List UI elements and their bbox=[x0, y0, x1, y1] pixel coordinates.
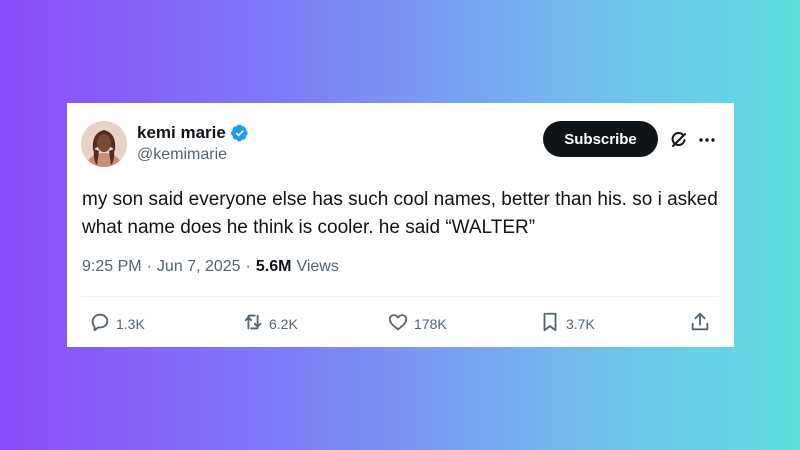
subscribe-button[interactable]: Subscribe bbox=[543, 121, 658, 157]
bookmark-button[interactable]: 3.7K bbox=[539, 311, 595, 336]
meta-separator: · bbox=[245, 258, 251, 275]
bookmark-icon bbox=[539, 311, 561, 336]
meta-separator: · bbox=[146, 258, 152, 275]
user-handle[interactable]: @kemimarie bbox=[137, 146, 227, 164]
views-count: 5.6M bbox=[255, 258, 292, 275]
repost-button[interactable]: 6.2K bbox=[242, 311, 298, 336]
bookmark-count: 3.7K bbox=[566, 315, 595, 332]
repost-count: 6.2K bbox=[269, 315, 298, 332]
reply-icon bbox=[89, 311, 111, 336]
tweet-date[interactable]: Jun 7, 2025 bbox=[157, 258, 241, 276]
grok-icon[interactable] bbox=[669, 130, 689, 150]
tweet-meta: 9:25 PM · Jun 7, 2025 · 5.6M Views bbox=[82, 258, 339, 276]
tweet-text: my son said everyone else has such cool … bbox=[82, 189, 718, 238]
name-row: kemi marie bbox=[137, 123, 249, 143]
display-name[interactable]: kemi marie bbox=[137, 123, 226, 143]
divider bbox=[82, 296, 719, 297]
share-button[interactable] bbox=[689, 311, 711, 336]
tweet-card: kemi marie @kemimarie Subscribe my son s… bbox=[67, 103, 734, 347]
verified-badge-icon bbox=[230, 124, 249, 142]
reply-count: 1.3K bbox=[116, 315, 145, 332]
views-label: Views bbox=[296, 258, 339, 275]
more-icon[interactable] bbox=[697, 130, 717, 150]
action-bar: 1.3K 6.2K 178K 3.7K bbox=[67, 311, 734, 341]
heart-icon bbox=[387, 311, 409, 336]
like-button[interactable]: 178K bbox=[387, 311, 447, 336]
reply-button[interactable]: 1.3K bbox=[89, 311, 145, 336]
share-icon bbox=[689, 311, 711, 336]
repost-icon bbox=[242, 311, 264, 336]
like-count: 178K bbox=[414, 315, 447, 332]
avatar[interactable] bbox=[81, 121, 127, 167]
tweet-time[interactable]: 9:25 PM bbox=[82, 258, 142, 276]
